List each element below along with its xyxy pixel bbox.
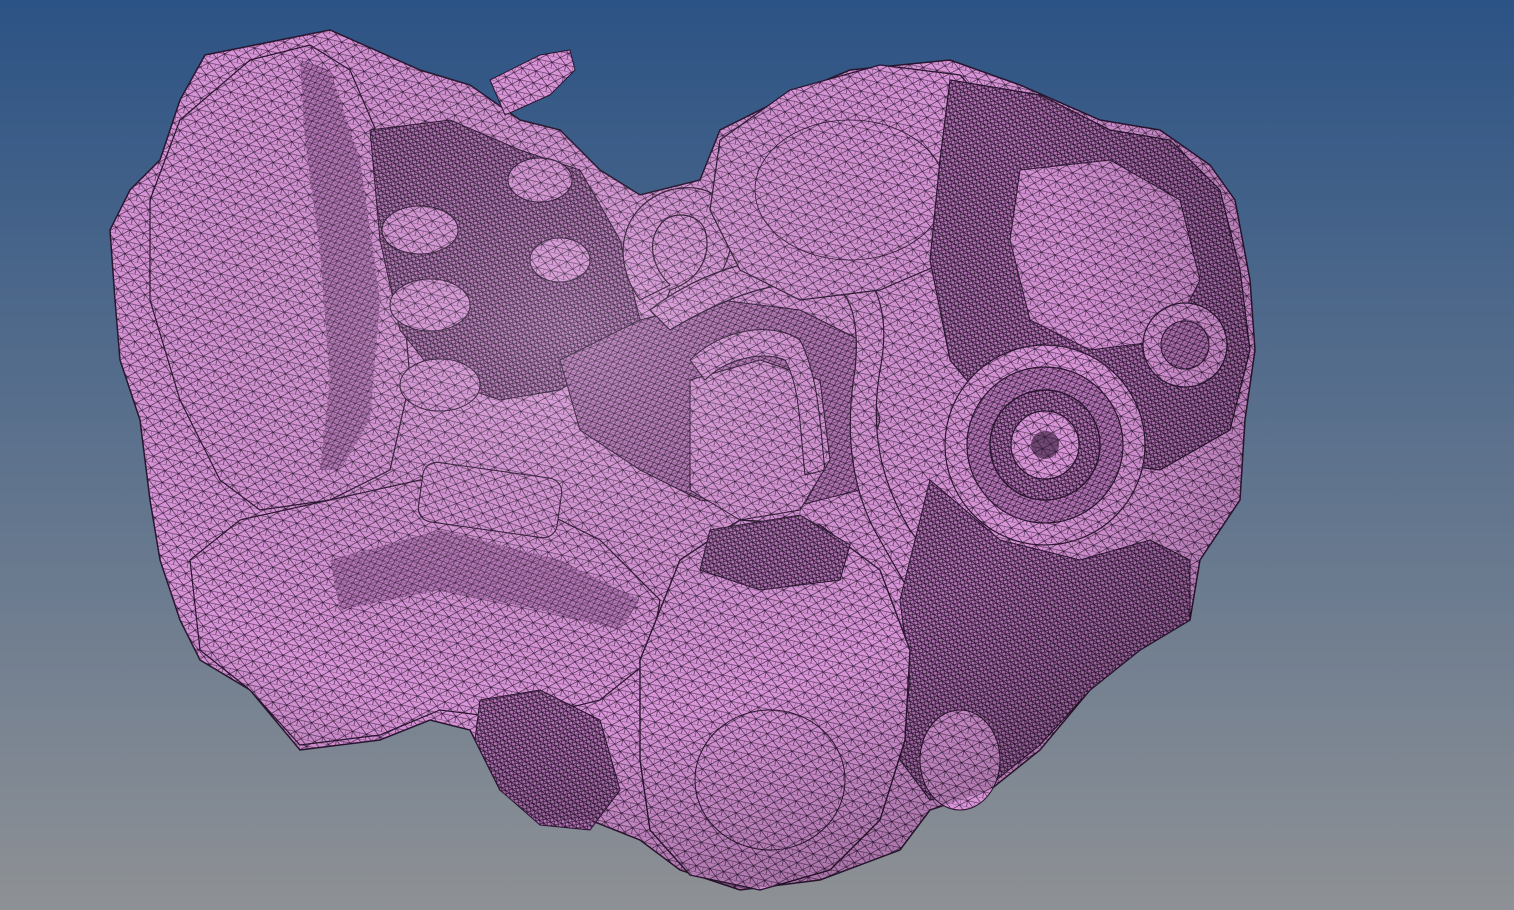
intake-runner-3 — [399, 358, 481, 412]
intake-runner-5 — [529, 237, 591, 283]
intake-runner-1 — [381, 205, 459, 255]
intake-runner-4 — [507, 157, 573, 203]
3d-viewport[interactable] — [0, 0, 1514, 910]
right-cover-dome — [754, 119, 946, 261]
intake-runner-2 — [389, 278, 471, 332]
front-housing-cap — [694, 709, 846, 851]
right-lower-boss — [919, 709, 1001, 811]
crank-pulley[interactable] — [944, 344, 1146, 546]
idler-pulley[interactable] — [1142, 302, 1228, 388]
viewport-canvas[interactable] — [0, 0, 1514, 910]
